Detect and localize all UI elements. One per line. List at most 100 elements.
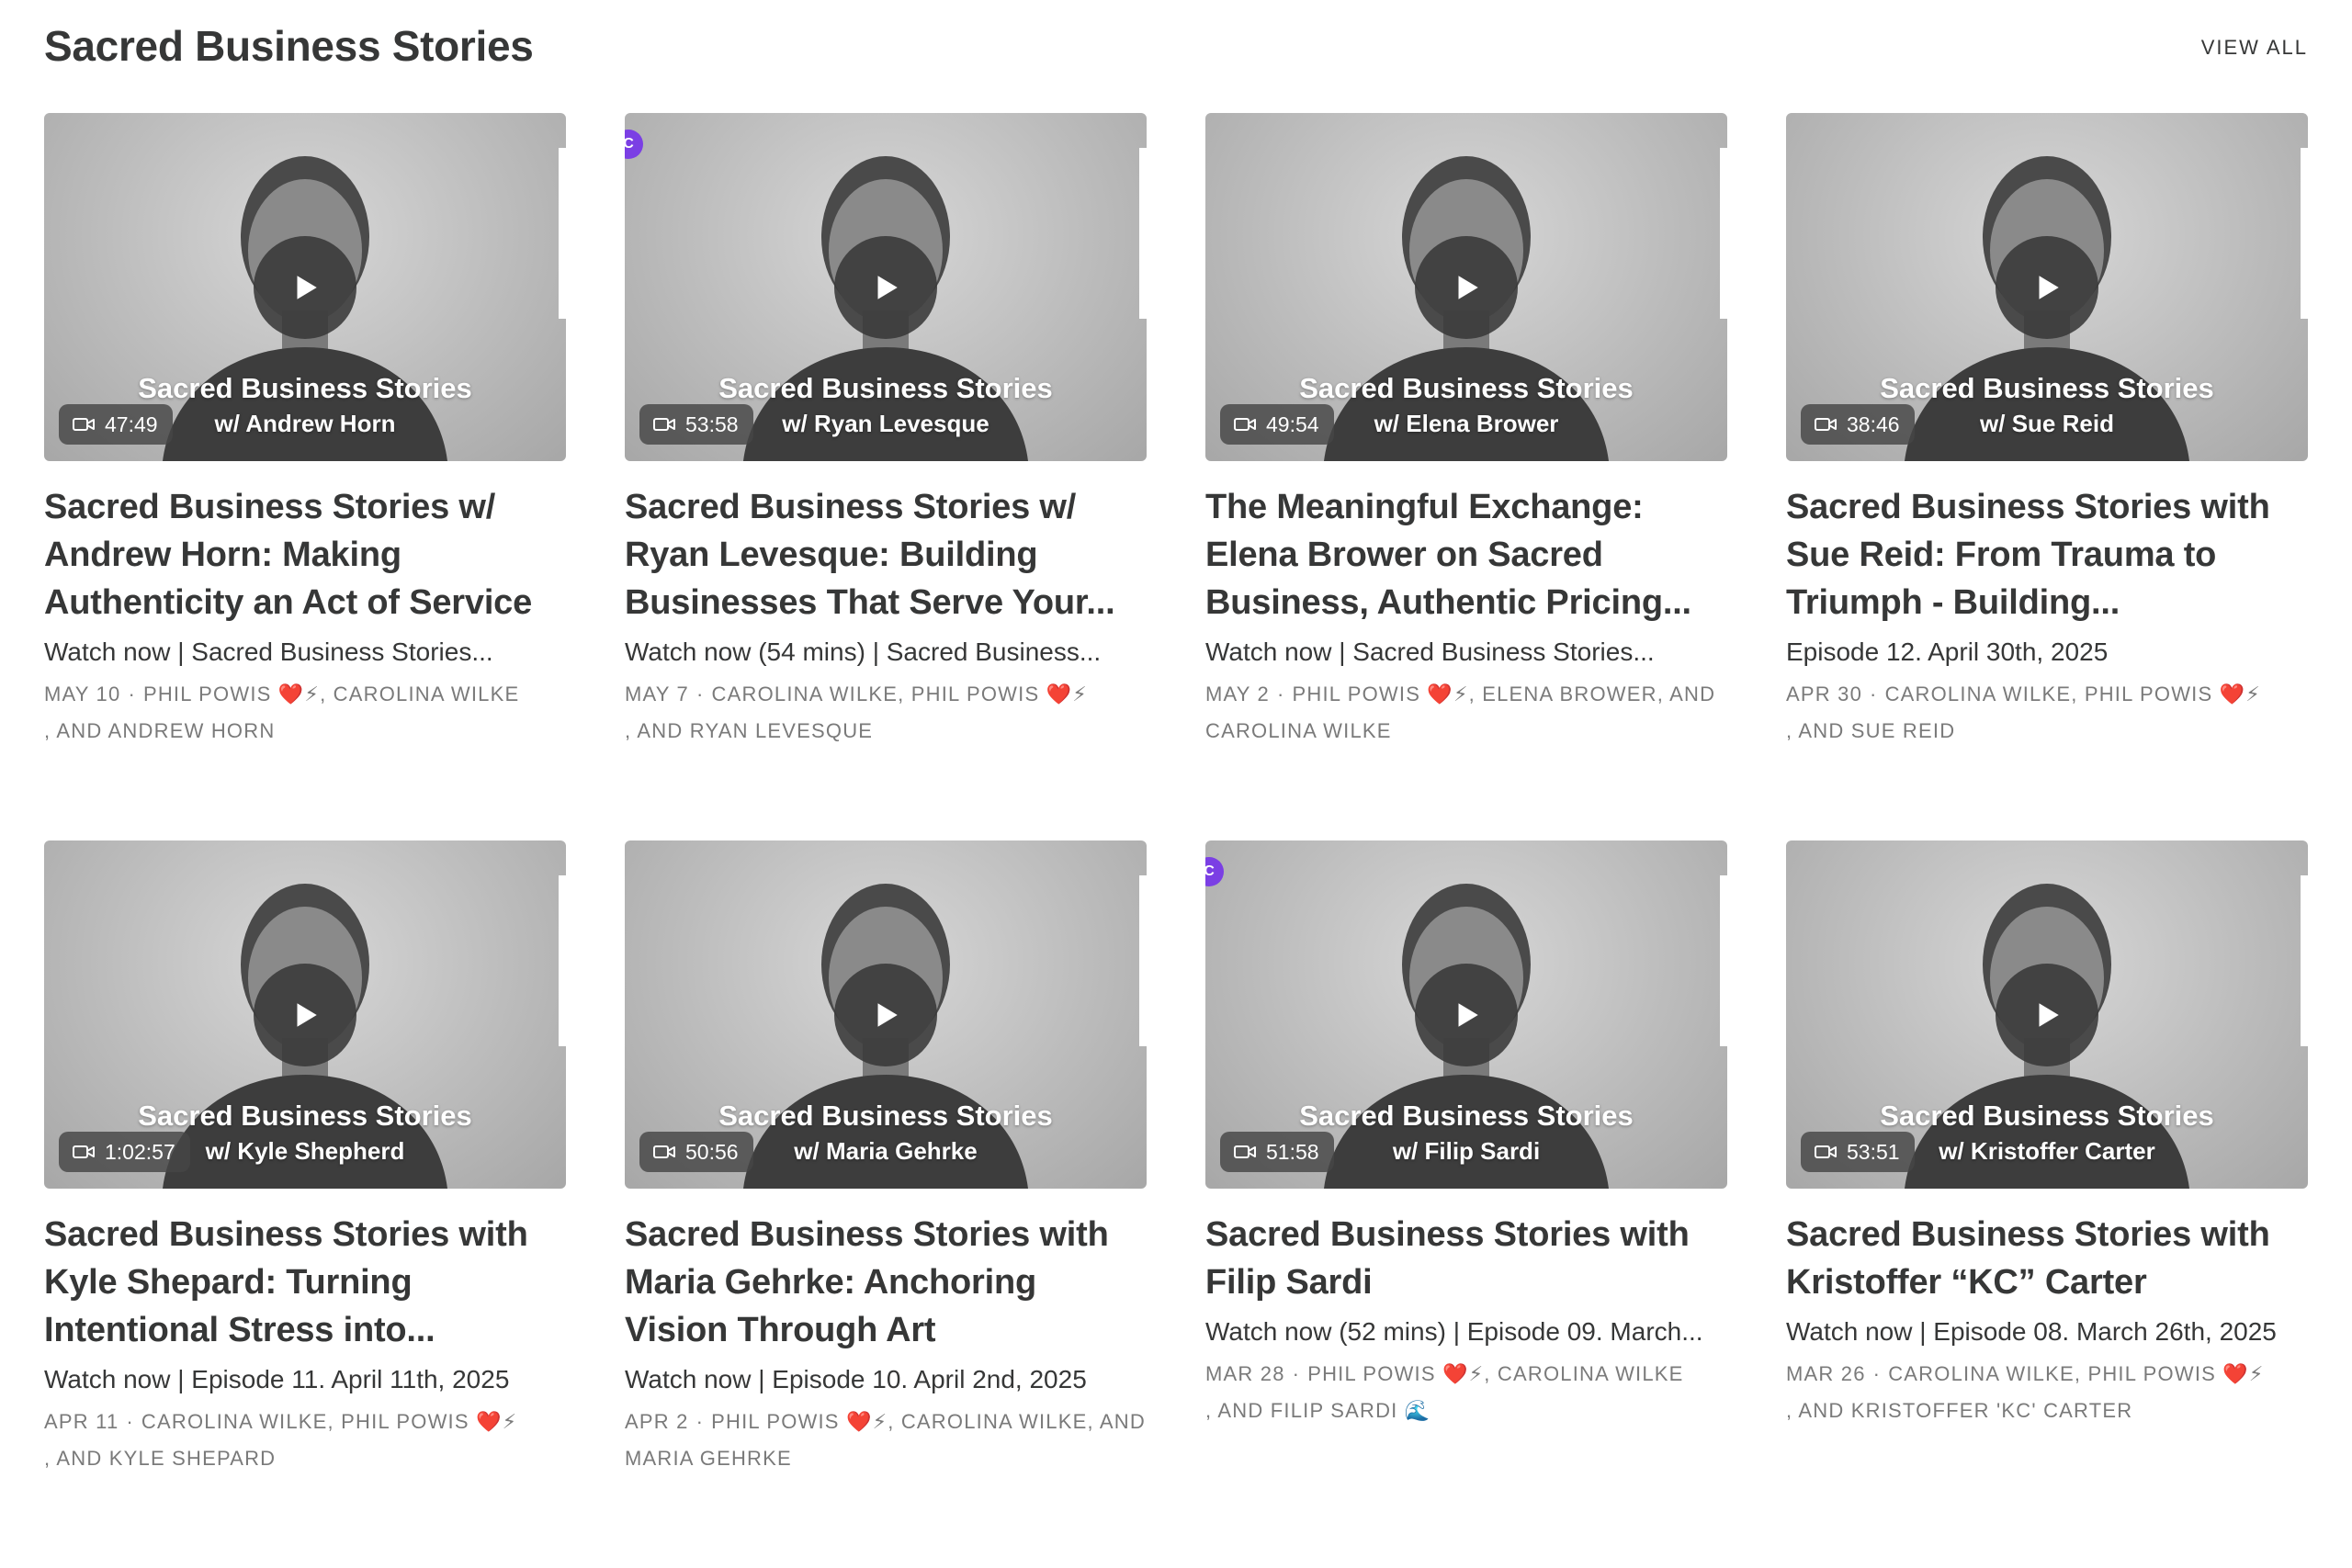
post-authors-continued[interactable]: , AND RYAN LEVESQUE	[625, 719, 873, 742]
thumbnail-title: Sacred Business Stories	[1299, 1100, 1634, 1132]
play-button[interactable]	[1415, 236, 1518, 339]
thumbnail-edge	[1720, 875, 1727, 1046]
duration-badge: 53:51	[1801, 1132, 1915, 1172]
view-all-link[interactable]: VIEW ALL	[2201, 36, 2308, 60]
post-date: MAY 10	[44, 682, 121, 705]
video-thumbnail[interactable]: C Sacred Business Stories w/ Ryan Levesq…	[625, 113, 1147, 461]
video-camera-icon	[73, 1145, 95, 1158]
thumbnail-edge	[2301, 148, 2308, 319]
post-authors-continued[interactable]: MARIA GEHRKE	[625, 1447, 792, 1470]
post-title[interactable]: Sacred Business Stories w/ Andrew Horn: …	[44, 461, 566, 626]
post-authors[interactable]: PHIL POWIS ❤️⚡, ELENA BROWER, AND	[1293, 682, 1716, 705]
community-badge-icon: C	[625, 130, 643, 159]
post-card[interactable]: Sacred Business Stories w/ Andrew Horn 4…	[44, 113, 566, 840]
post-meta: MAY 7 · CAROLINA WILKE, PHIL POWIS ❤️⚡ , A…	[625, 676, 1147, 750]
video-thumbnail[interactable]: Sacred Business Stories w/ Kristoffer Ca…	[1786, 840, 2308, 1189]
meta-separator: ·	[126, 1410, 134, 1433]
duration-badge: 53:58	[639, 404, 753, 445]
post-authors-continued[interactable]: , AND KYLE SHEPARD	[44, 1447, 276, 1470]
post-title[interactable]: Sacred Business Stories with Kristoffer …	[1786, 1189, 2308, 1306]
post-authors-continued[interactable]: CAROLINA WILKE	[1205, 719, 1392, 742]
play-icon	[297, 276, 317, 299]
post-date: APR 11	[44, 1410, 119, 1433]
video-camera-icon	[73, 418, 95, 431]
post-authors[interactable]: CAROLINA WILKE, PHIL POWIS ❤️⚡	[1888, 1362, 2264, 1385]
post-description: Watch now | Sacred Business Stories...	[1205, 637, 1655, 666]
video-thumbnail[interactable]: Sacred Business Stories w/ Maria Gehrke …	[625, 840, 1147, 1189]
play-button[interactable]	[834, 964, 937, 1066]
post-card[interactable]: C Sacred Business Stories w/ Ryan Levesq…	[625, 113, 1147, 840]
post-date: APR 2	[625, 1410, 689, 1433]
post-authors[interactable]: PHIL POWIS ❤️⚡, CAROLINA WILKE, AND	[711, 1410, 1146, 1433]
video-thumbnail[interactable]: Sacred Business Stories w/ Sue Reid 38:4…	[1786, 113, 2308, 461]
post-title[interactable]: Sacred Business Stories with Filip Sardi	[1205, 1189, 1727, 1306]
meta-separator: ·	[1292, 1362, 1301, 1385]
duration-badge: 50:56	[639, 1132, 753, 1172]
post-card[interactable]: Sacred Business Stories w/ Kyle Shepherd…	[44, 840, 566, 1568]
duration-badge: 1:02:57	[59, 1132, 190, 1172]
meta-separator: ·	[696, 682, 705, 705]
duration-text: 49:54	[1266, 412, 1319, 436]
post-description: Watch now | Episode 11. April 11th, 2025	[44, 1365, 510, 1393]
post-date: MAY 7	[625, 682, 689, 705]
post-title[interactable]: Sacred Business Stories with Maria Gehrk…	[625, 1189, 1147, 1354]
thumbnail-edge	[2301, 875, 2308, 1046]
post-description: Episode 12. April 30th, 2025	[1786, 637, 2109, 666]
duration-text: 47:49	[105, 412, 158, 436]
post-card[interactable]: Sacred Business Stories w/ Elena Brower …	[1205, 113, 1727, 840]
post-card[interactable]: Sacred Business Stories w/ Kristoffer Ca…	[1786, 840, 2308, 1568]
post-authors[interactable]: CAROLINA WILKE, PHIL POWIS ❤️⚡	[712, 682, 1088, 705]
post-authors[interactable]: PHIL POWIS ❤️⚡, CAROLINA WILKE	[1307, 1362, 1683, 1385]
post-authors-continued[interactable]: , AND KRISTOFFER 'KC' CARTER	[1786, 1399, 2132, 1422]
play-button[interactable]	[254, 964, 356, 1066]
thumbnail-title: Sacred Business Stories	[138, 372, 472, 404]
post-authors[interactable]: CAROLINA WILKE, PHIL POWIS ❤️⚡	[141, 1410, 517, 1433]
post-date: APR 30	[1786, 682, 1863, 705]
post-authors-continued[interactable]: , AND SUE REID	[1786, 719, 1955, 742]
post-card[interactable]: Sacred Business Stories w/ Sue Reid 38:4…	[1786, 113, 2308, 840]
post-authors-continued[interactable]: , AND FILIP SARDI 🌊	[1205, 1399, 1430, 1422]
post-meta: APR 30 · CAROLINA WILKE, PHIL POWIS ❤️⚡ , …	[1786, 676, 2308, 750]
video-camera-icon	[1815, 1145, 1837, 1158]
duration-text: 53:58	[685, 412, 739, 436]
video-camera-icon	[1234, 418, 1256, 431]
video-thumbnail[interactable]: Sacred Business Stories w/ Andrew Horn 4…	[44, 113, 566, 461]
post-authors[interactable]: PHIL POWIS ❤️⚡, CAROLINA WILKE	[143, 682, 519, 705]
post-authors-continued[interactable]: , AND ANDREW HORN	[44, 719, 275, 742]
video-camera-icon	[653, 418, 675, 431]
video-thumbnail[interactable]: C Sacred Business Stories w/ Filip Sardi…	[1205, 840, 1727, 1189]
post-title[interactable]: The Meaningful Exchange: Elena Brower on…	[1205, 461, 1727, 626]
video-thumbnail[interactable]: Sacred Business Stories w/ Kyle Shepherd…	[44, 840, 566, 1189]
play-icon	[297, 1003, 317, 1027]
post-card[interactable]: C Sacred Business Stories w/ Filip Sardi…	[1205, 840, 1727, 1568]
thumbnail-edge	[559, 875, 566, 1046]
play-button[interactable]	[1996, 964, 2098, 1066]
play-icon	[1458, 276, 1478, 299]
play-icon	[877, 276, 898, 299]
section-header: Sacred Business Stories VIEW ALL	[44, 17, 2308, 75]
duration-badge: 38:46	[1801, 404, 1915, 445]
video-thumbnail[interactable]: Sacred Business Stories w/ Elena Brower …	[1205, 113, 1727, 461]
post-title[interactable]: Sacred Business Stories with Kyle Shepar…	[44, 1189, 566, 1354]
post-description: Watch now (52 mins) | Episode 09. March.…	[1205, 1317, 1703, 1346]
duration-text: 53:51	[1847, 1139, 1900, 1164]
video-camera-icon	[1815, 418, 1837, 431]
post-meta: MAR 28 · PHIL POWIS ❤️⚡, CAROLINA WILKE , …	[1205, 1356, 1727, 1429]
post-card[interactable]: Sacred Business Stories w/ Maria Gehrke …	[625, 840, 1147, 1568]
play-icon	[877, 1003, 898, 1027]
play-button[interactable]	[834, 236, 937, 339]
play-button[interactable]	[254, 236, 356, 339]
meta-separator: ·	[1277, 682, 1285, 705]
thumbnail-title: Sacred Business Stories	[1880, 1100, 2214, 1132]
play-button[interactable]	[1996, 236, 2098, 339]
play-icon	[2039, 276, 2059, 299]
play-button[interactable]	[1415, 964, 1518, 1066]
meta-separator: ·	[1870, 682, 1878, 705]
post-title[interactable]: Sacred Business Stories with Sue Reid: F…	[1786, 461, 2308, 626]
meta-separator: ·	[695, 1410, 705, 1433]
post-authors[interactable]: CAROLINA WILKE, PHIL POWIS ❤️⚡	[1885, 682, 2261, 705]
section-title: Sacred Business Stories	[44, 22, 534, 70]
community-badge-icon: C	[1205, 857, 1224, 886]
post-title[interactable]: Sacred Business Stories w/ Ryan Levesque…	[625, 461, 1147, 626]
thumbnail-title: Sacred Business Stories	[1880, 372, 2214, 404]
